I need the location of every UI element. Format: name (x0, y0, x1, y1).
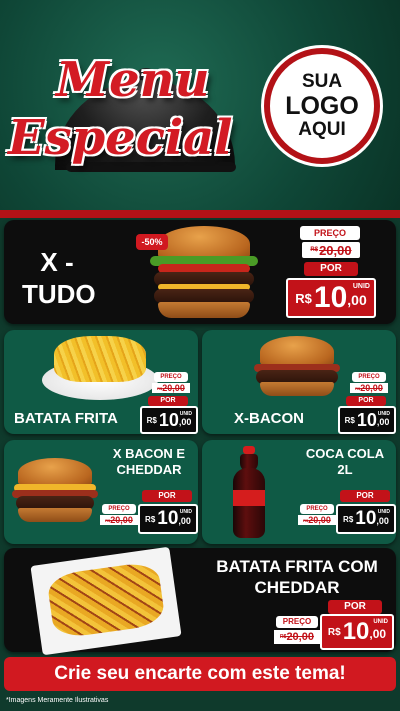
old-price-value: 20,00 (162, 383, 185, 393)
unid-label: UNID (352, 283, 370, 290)
coca-cola-bottle-image (232, 446, 266, 540)
fries-image (54, 336, 146, 382)
old-price: R$ 20,00 (298, 515, 336, 525)
unid-label: UNID (179, 411, 192, 417)
price-dec: ,00 (369, 626, 387, 641)
preco-label: PREÇO (352, 372, 386, 382)
por-label: POR (142, 490, 192, 502)
price-currency: R$ (145, 514, 156, 524)
old-price-value: 20,00 (360, 383, 383, 393)
por-label: POR (346, 396, 386, 406)
por-label: POR (328, 600, 382, 614)
unid-label: UNID (373, 619, 388, 625)
price-currency: R$ (344, 415, 355, 425)
old-price-value: 20,00 (110, 515, 133, 525)
item-name-line2: CHEDDAR (254, 578, 340, 597)
footnote: *Imagens Meramente Ilustrativas (6, 697, 109, 704)
cta-banner[interactable]: Crie seu encarte com este tema! (4, 657, 396, 691)
item-card-batata-frita[interactable]: BATATA FRITA PREÇO R$ 20,00 POR UNID R$ … (4, 330, 198, 434)
current-price: UNID R$ 10 ,00 (140, 406, 198, 434)
price-dec: ,00 (376, 416, 390, 427)
item-name: X BACON E CHEDDAR (104, 446, 194, 478)
preco-label: PREÇO (300, 504, 334, 514)
price-int: 10 (157, 508, 179, 529)
old-price-value: 20,00 (286, 631, 314, 643)
por-label: POR (148, 396, 188, 406)
item-card-x-bacon-cheddar[interactable]: X BACON E CHEDDAR POR PREÇO R$ 20,00 UNI… (4, 440, 198, 544)
item-card-coca-cola[interactable]: COCA COLA 2L POR PREÇO R$ 20,00 UNID R$ … (202, 440, 396, 544)
price-int: 10 (356, 409, 377, 430)
logo-placeholder: SUA LOGO AQUI (264, 48, 380, 164)
current-price: UNID R$ 10 ,00 (336, 504, 396, 534)
logo-text-2: LOGO (285, 92, 359, 120)
old-price: R$ 20,00 (302, 242, 360, 258)
unid-label: UNID (377, 411, 390, 417)
burger-image (252, 336, 342, 398)
item-name: X - TUDO (22, 246, 96, 310)
old-price: R$ 20,00 (100, 515, 138, 525)
current-price: UNID R$ 10 ,00 (138, 504, 198, 534)
preco-label: PREÇO (102, 504, 136, 514)
old-price: R$ 20,00 (350, 383, 388, 393)
price-int: 10 (158, 409, 179, 430)
burger-image (12, 458, 98, 526)
logo-text-1: SUA (301, 71, 343, 92)
current-price: UNID R$ 10 ,00 (320, 614, 394, 650)
title-especial: Especial (8, 110, 233, 166)
price-dec: ,00 (178, 515, 191, 526)
item-name-line1: X - (40, 247, 74, 277)
old-price: R$ 20,00 (152, 383, 190, 393)
item-name-line1: COCA COLA (305, 446, 385, 461)
price-dec: ,00 (178, 416, 192, 427)
price-int: 10 (342, 618, 370, 645)
preco-label: PREÇO (300, 226, 360, 240)
price-currency: R$ (146, 415, 157, 425)
unid-label: UNID (377, 509, 390, 515)
item-card-batata-cheddar[interactable]: BATATA FRITA COM CHEDDAR POR PREÇO R$ 20… (4, 546, 396, 656)
current-price: UNID R$ 10 ,00 (338, 406, 396, 434)
item-name-line2: CHEDDAR (116, 462, 182, 477)
old-price: R$ 20,00 (274, 630, 320, 644)
item-name: BATATA FRITA COM CHEDDAR (204, 556, 390, 598)
header-divider (0, 210, 400, 218)
item-name: COCA COLA 2L (300, 446, 390, 478)
price-currency: R$ (295, 290, 312, 306)
item-name-line2: 2L (337, 462, 353, 477)
price-int: 10 (355, 508, 377, 529)
price-currency: R$ (327, 626, 341, 638)
item-name: BATATA FRITA (14, 410, 118, 427)
item-card-x-bacon[interactable]: X-BACON PREÇO R$ 20,00 POR UNID R$ 10 ,0… (202, 330, 396, 434)
logo-text-3: AQUI (298, 119, 346, 140)
fries-cheddar-image (30, 546, 182, 656)
item-name-line1: BATATA FRITA COM (216, 557, 378, 576)
title-menu: Menu (56, 52, 210, 108)
por-label: POR (340, 490, 390, 502)
price-int: 10 (313, 281, 348, 314)
item-name: X-BACON (234, 410, 304, 427)
old-price-value: 20,00 (308, 515, 331, 525)
unid-label: UNID (179, 509, 192, 515)
old-price-value: 20,00 (319, 242, 352, 258)
discount-badge: -50% (136, 234, 168, 250)
item-card-x-tudo[interactable]: X - TUDO -50% PREÇO R$ 20,00 POR UNID R$… (4, 220, 396, 324)
por-label: POR (304, 262, 358, 276)
price-dec: ,00 (376, 515, 389, 526)
current-price: UNID R$ 10 ,00 (286, 278, 376, 318)
item-name-line1: X BACON E (112, 446, 186, 461)
preco-label: PREÇO (276, 616, 318, 628)
price-currency: R$ (343, 514, 354, 524)
old-price-currency: R$ (310, 247, 319, 253)
item-name-line2: TUDO (22, 279, 96, 309)
price-dec: ,00 (347, 291, 367, 308)
preco-label: PREÇO (154, 372, 188, 382)
